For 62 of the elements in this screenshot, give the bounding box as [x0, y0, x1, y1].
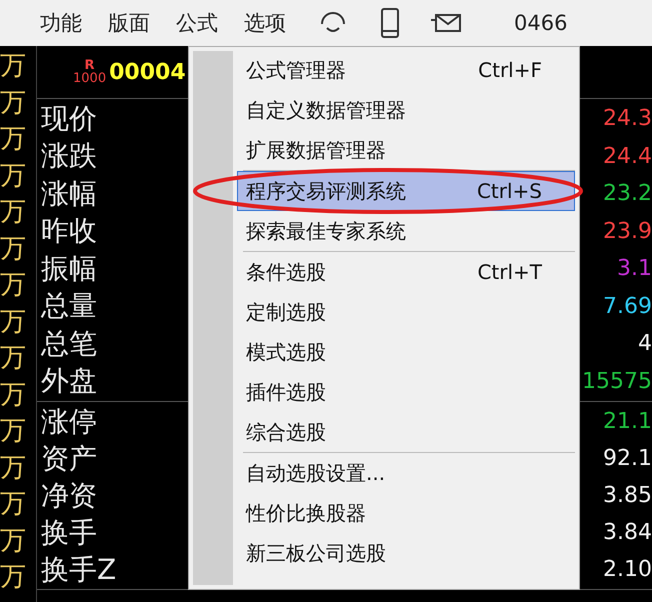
field-value: 23.2 [602, 181, 652, 206]
menu-item[interactable]: 自定义数据管理器 [237, 90, 575, 130]
account-number: 0466 [514, 11, 568, 35]
badge-number: 1000 [73, 72, 106, 85]
field-value: 24.4 [602, 144, 652, 169]
menu-item[interactable]: 新三板公司选股 [237, 533, 575, 573]
field-label: 净资 [41, 478, 97, 514]
unit-text: 万 [0, 415, 27, 448]
field-value: 15575 [582, 368, 652, 394]
unit-text: 万 [0, 378, 27, 412]
field-value: 4 [637, 331, 652, 356]
field-value: 3.1 [616, 256, 652, 282]
field-value: 7.69 [602, 294, 652, 319]
unit-text: 万 [0, 488, 27, 521]
menu-item[interactable]: 扩展数据管理器 [237, 130, 575, 170]
field-label: 振幅 [41, 250, 97, 287]
menu-item[interactable]: 性价比换股器 [237, 493, 575, 533]
menu-bar-item[interactable]: 版面 [108, 9, 150, 37]
field-label: 资产 [41, 440, 97, 476]
menu-item[interactable]: 定制选股 [237, 292, 575, 332]
field-label: 换手 [41, 514, 97, 550]
field-label: 总量 [41, 288, 97, 324]
unit-text: 万 [0, 86, 27, 120]
field-label: 换手Z [41, 552, 116, 588]
unit-text: 万 [0, 561, 27, 594]
unit-text: 万 [0, 196, 27, 229]
unit-text: 万 [0, 269, 27, 302]
field-value: 3.84 [602, 520, 652, 545]
menu-item[interactable]: 综合选股 [237, 412, 575, 452]
stock-code: 00004 [109, 60, 186, 84]
field-value: 3.85 [602, 483, 652, 508]
field-value: 2.10 [602, 557, 652, 582]
field-label: 涨幅 [41, 176, 97, 212]
unit-text: 万 [0, 232, 27, 266]
badge-letter: R [84, 59, 95, 72]
unit-text: 万 [0, 524, 27, 558]
field-value: 23.9 [602, 218, 652, 244]
field-label: 昨收 [41, 213, 97, 250]
unit-text: 万 [0, 452, 27, 484]
field-value: 92.1 [602, 446, 652, 471]
menu-bar-item[interactable]: 选项 [244, 9, 286, 37]
menu-item[interactable]: 插件选股 [237, 372, 575, 412]
field-label: 现价 [41, 100, 97, 137]
unit-text: 万 [0, 160, 27, 192]
field-label: 涨跌 [41, 138, 97, 174]
menu-item[interactable]: 自动选股设置... [237, 453, 575, 493]
field-value: 21.1 [602, 409, 652, 434]
unit-text: 万 [0, 306, 27, 338]
unit-text: 万 [0, 123, 27, 156]
menu-item[interactable]: 公式管理器 Ctrl+F [237, 50, 575, 90]
menu-item[interactable]: 模式选股 [237, 332, 575, 372]
menu-bar-item[interactable]: 功能 [40, 9, 82, 37]
field-label: 涨停 [41, 404, 97, 440]
field-label: 总笔 [41, 326, 97, 362]
field-value: 24.3 [602, 106, 652, 132]
phone-icon[interactable] [378, 7, 402, 39]
menu-item[interactable]: 探索最佳专家系统 [237, 211, 575, 251]
menu-item[interactable]: 条件选股 Ctrl+T [237, 252, 575, 292]
unit-text: 万 [0, 50, 27, 83]
unit-text: 万 [0, 342, 27, 375]
field-label: 外盘 [41, 363, 97, 400]
menu-bar-item[interactable]: 公式 [176, 9, 218, 37]
